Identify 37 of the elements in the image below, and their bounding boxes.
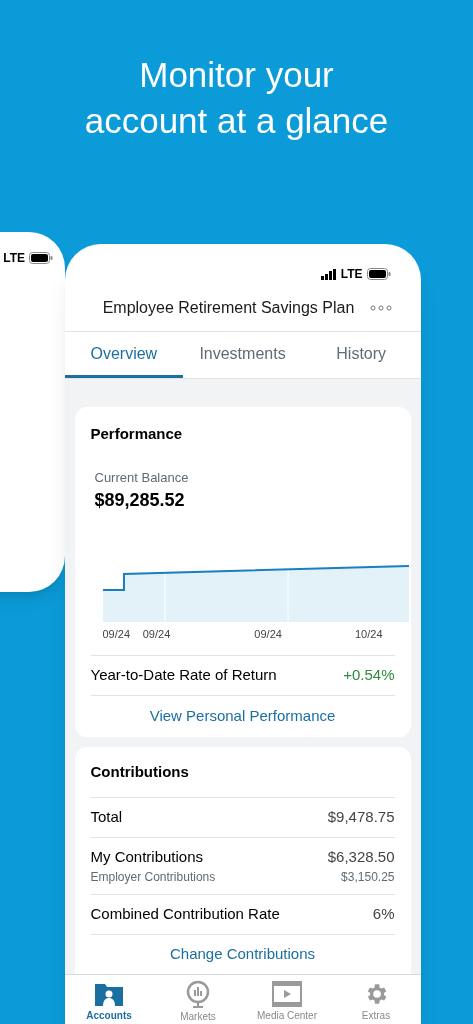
axis-label: 10/24	[354, 627, 383, 642]
network-label: LTE	[340, 268, 363, 280]
tab[interactable]: History	[301, 332, 421, 378]
axis-label: 09/24	[142, 627, 172, 642]
tab-bar-item[interactable]: Media Center	[242, 981, 332, 1023]
return-label: Year-to-Date Rate of Return	[90, 664, 277, 685]
more-icon	[370, 304, 393, 311]
axis-label: 09/24	[102, 627, 132, 642]
performance-link[interactable]: View Personal Performance	[149, 704, 336, 728]
balance-label: Current Balance	[93, 468, 190, 487]
balance-amount: $89,285.52	[93, 489, 186, 512]
row-value: $6,328.50	[327, 846, 395, 867]
tab-bar-item[interactable]: Extras	[331, 981, 421, 1023]
headline: Monitor your account at a glance	[83, 54, 390, 142]
card-title: Performance	[89, 424, 184, 444]
tab[interactable]: Investments	[183, 332, 302, 378]
film-play-icon	[272, 981, 302, 1007]
contributions-link[interactable]: Change Contributions	[169, 942, 316, 966]
axis-label: 09/24	[254, 627, 283, 642]
plan-title: Employee Retirement Savings Plan	[102, 297, 355, 318]
battery-icon	[366, 268, 391, 280]
card-title: Contributions	[89, 761, 190, 782]
battery-icon	[29, 252, 53, 264]
tab-bar-item[interactable]: Accounts	[64, 981, 154, 1023]
row-value: 6%	[372, 904, 395, 924]
row-value: $9,478.75	[327, 807, 395, 827]
signal-icon	[320, 268, 337, 280]
globe-chart-icon	[185, 980, 211, 1008]
network-label: LTE	[3, 252, 25, 264]
row-label: Combined Contribution Rate	[90, 904, 280, 924]
row-subvalue: $3,150.25	[341, 869, 395, 886]
return-value: +0.54%	[343, 664, 395, 685]
row-sublabel: Employer Contributions	[90, 869, 216, 886]
person-folder-icon	[94, 981, 124, 1007]
tab-bar-item[interactable]: Markets	[153, 980, 243, 1024]
row-label: My Contributions	[90, 846, 205, 867]
row-label: Total	[90, 807, 123, 827]
